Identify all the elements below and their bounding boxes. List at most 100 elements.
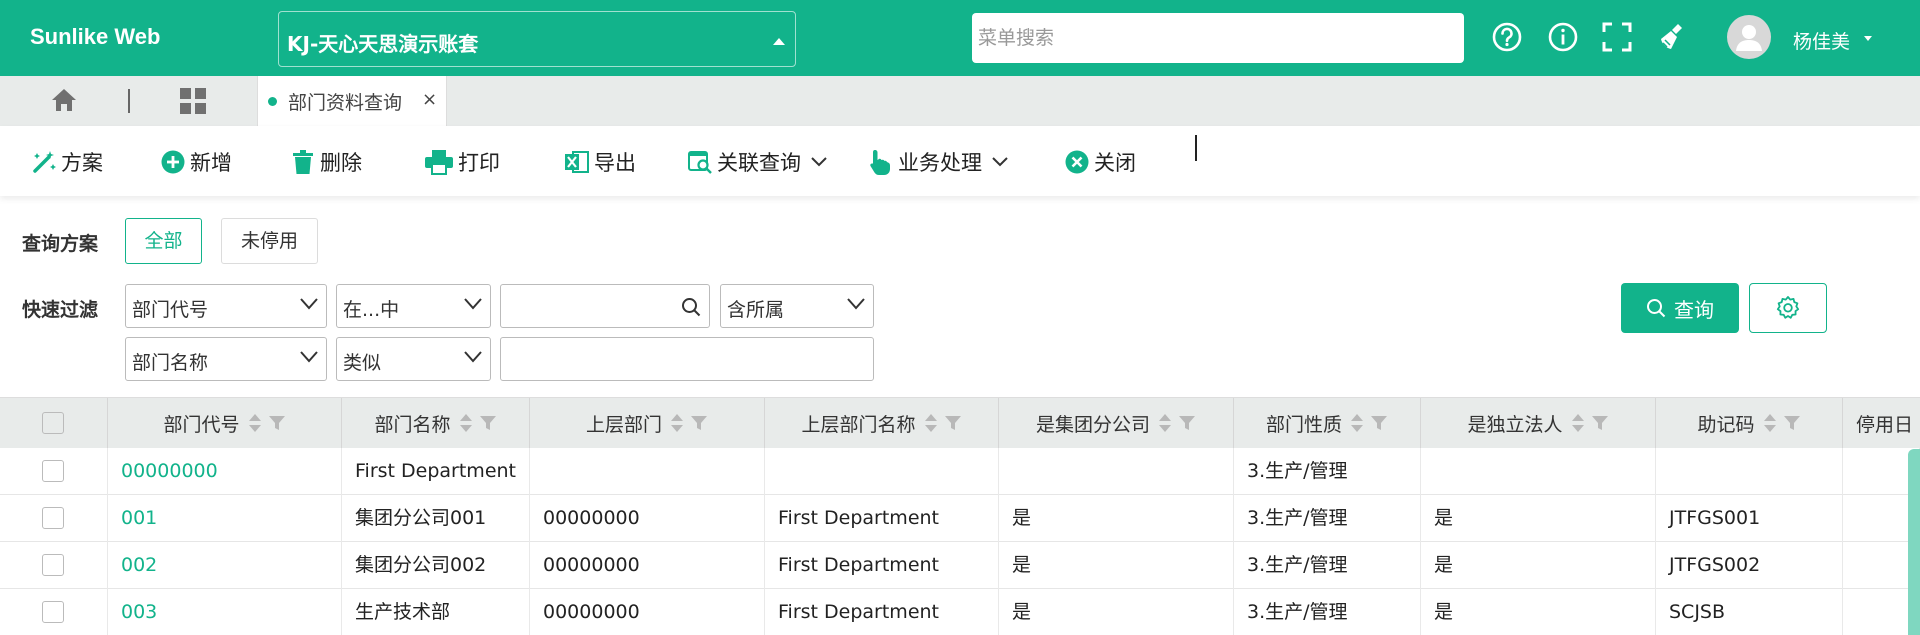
row-checkbox[interactable] bbox=[42, 554, 64, 576]
col-dept-nature[interactable]: 部门性质 bbox=[1234, 398, 1421, 448]
plan-button[interactable]: 方案 bbox=[31, 148, 103, 176]
vertical-scrollbar[interactable] bbox=[1908, 449, 1920, 635]
sort-icon[interactable] bbox=[459, 412, 473, 434]
filter-op-select-2[interactable]: 类似 bbox=[336, 337, 491, 381]
excel-export-icon bbox=[565, 151, 589, 173]
sort-icon[interactable] bbox=[1571, 412, 1585, 434]
dept-code-link[interactable]: 001 bbox=[108, 495, 342, 542]
col-parent-dept[interactable]: 上层部门 bbox=[530, 398, 765, 448]
table-cell bbox=[1421, 448, 1656, 495]
sort-filter-icons[interactable] bbox=[670, 412, 708, 434]
table-cell: SCJSB bbox=[1656, 589, 1843, 635]
business-process-button[interactable]: 业务处理 bbox=[868, 148, 1012, 176]
plus-circle-icon bbox=[161, 150, 185, 174]
printer-icon bbox=[425, 150, 453, 175]
select-all-checkbox[interactable] bbox=[42, 412, 64, 434]
sort-icon[interactable] bbox=[248, 412, 262, 434]
sort-filter-icons[interactable] bbox=[924, 412, 962, 434]
avatar[interactable] bbox=[1727, 15, 1771, 59]
col-is-branch[interactable]: 是集团分公司 bbox=[999, 398, 1234, 448]
col-mnemonic[interactable]: 助记码 bbox=[1656, 398, 1843, 448]
fullscreen-icon[interactable] bbox=[1600, 20, 1634, 54]
col-is-legal-entity[interactable]: 是独立法人 bbox=[1421, 398, 1656, 448]
close-button[interactable]: 关闭 bbox=[1064, 148, 1136, 176]
sort-icon[interactable] bbox=[1350, 412, 1364, 434]
chevron-down-icon bbox=[992, 157, 1008, 167]
scope-select[interactable]: 含所属 bbox=[720, 284, 874, 328]
sort-filter-icons[interactable] bbox=[1571, 412, 1609, 434]
filter-icon[interactable] bbox=[944, 414, 962, 432]
filter-field-select-2[interactable]: 部门名称 bbox=[125, 337, 327, 381]
dept-code-link[interactable]: 00000000 bbox=[108, 448, 342, 495]
app-logo: Sunlike Web bbox=[30, 24, 161, 49]
col-dept-code[interactable]: 部门代号 bbox=[108, 398, 342, 448]
dept-code-link[interactable]: 002 bbox=[108, 542, 342, 589]
delete-button[interactable]: 删除 bbox=[290, 148, 362, 176]
filter-icon[interactable] bbox=[1591, 414, 1609, 432]
clean-broom-icon[interactable] bbox=[1656, 20, 1690, 54]
filter-field-select-1[interactable]: 部门代号 bbox=[125, 284, 327, 328]
sort-icon[interactable] bbox=[670, 412, 684, 434]
sort-icon[interactable] bbox=[924, 412, 938, 434]
filter-op-value: 类似 bbox=[343, 352, 382, 374]
export-button[interactable]: 导出 bbox=[564, 148, 636, 176]
col-disable-date[interactable]: 停用日 bbox=[1843, 398, 1920, 448]
business-process-label: 业务处理 bbox=[898, 151, 982, 175]
table-row[interactable]: 001 集团分公司001 00000000 First Department 是 3.生产… bbox=[0, 495, 1920, 542]
filter-op-select-1[interactable]: 在...中 bbox=[336, 284, 491, 328]
table-row[interactable]: 00000000 First Department 3.生产/管理 bbox=[0, 448, 1920, 495]
sort-icon[interactable] bbox=[1158, 412, 1172, 434]
settings-button[interactable] bbox=[1749, 283, 1827, 333]
sort-filter-icons[interactable] bbox=[1158, 412, 1196, 434]
dept-code-link[interactable]: 003 bbox=[108, 589, 342, 635]
filter-icon[interactable] bbox=[479, 414, 497, 432]
search-icon bbox=[1647, 299, 1666, 318]
row-checkbox[interactable] bbox=[42, 601, 64, 623]
col-parent-dept-name[interactable]: 上层部门名称 bbox=[765, 398, 999, 448]
sort-filter-icons[interactable] bbox=[248, 412, 286, 434]
info-icon[interactable] bbox=[1546, 20, 1580, 54]
row-checkbox[interactable] bbox=[42, 507, 64, 529]
data-table: 部门代号 部门名称 上层部门 上层部门名称 是集团分公司 部门性质 是独立法人 … bbox=[0, 397, 1920, 635]
sort-filter-icons[interactable] bbox=[1350, 412, 1388, 434]
print-label: 打印 bbox=[458, 151, 500, 175]
sort-filter-icons[interactable] bbox=[459, 412, 497, 434]
account-selector[interactable]: KJ-天心天思演示账套 bbox=[278, 11, 796, 67]
caret-down-icon[interactable] bbox=[1864, 36, 1872, 41]
table-cell: First Department bbox=[765, 495, 999, 542]
filter-value-input-2[interactable] bbox=[500, 337, 874, 381]
col-dept-name[interactable]: 部门名称 bbox=[342, 398, 530, 448]
query-button[interactable]: 查询 bbox=[1621, 283, 1739, 333]
plan-all-button[interactable]: 全部 bbox=[125, 218, 202, 264]
close-icon[interactable]: × bbox=[422, 89, 437, 110]
filter-icon[interactable] bbox=[1178, 414, 1196, 432]
search-icon[interactable] bbox=[681, 297, 701, 317]
help-icon[interactable] bbox=[1490, 20, 1524, 54]
add-button[interactable]: 新增 bbox=[160, 148, 232, 176]
grid-menu-icon[interactable] bbox=[179, 87, 207, 115]
plan-unused-button[interactable]: 未停用 bbox=[221, 218, 318, 264]
chevron-down-icon bbox=[464, 351, 482, 363]
home-icon[interactable] bbox=[50, 87, 78, 113]
chevron-down-icon bbox=[300, 298, 318, 310]
row-select-cell bbox=[0, 448, 108, 495]
table-cell: 3.生产/管理 bbox=[1234, 495, 1421, 542]
menu-search-input[interactable] bbox=[972, 13, 1464, 63]
table-cell bbox=[530, 448, 765, 495]
tab-dept-query[interactable]: 部门资料查询 × bbox=[257, 76, 447, 126]
sort-filter-icons[interactable] bbox=[1763, 412, 1801, 434]
username[interactable]: 杨佳美 bbox=[1793, 27, 1850, 54]
row-checkbox[interactable] bbox=[42, 460, 64, 482]
table-cell: 00000000 bbox=[530, 542, 765, 589]
chevron-down-icon bbox=[811, 157, 827, 167]
table-row[interactable]: 003 生产技术部 00000000 First Department 是 3.生产/管理… bbox=[0, 589, 1920, 635]
table-row[interactable]: 002 集团分公司002 00000000 First Department 是 3.生产… bbox=[0, 542, 1920, 589]
filter-value-input-1[interactable] bbox=[500, 284, 710, 328]
filter-icon[interactable] bbox=[1370, 414, 1388, 432]
print-button[interactable]: 打印 bbox=[424, 148, 500, 176]
filter-icon[interactable] bbox=[690, 414, 708, 432]
filter-icon[interactable] bbox=[1783, 414, 1801, 432]
related-query-button[interactable]: 关联查询 bbox=[687, 148, 831, 176]
filter-icon[interactable] bbox=[268, 414, 286, 432]
sort-icon[interactable] bbox=[1763, 412, 1777, 434]
